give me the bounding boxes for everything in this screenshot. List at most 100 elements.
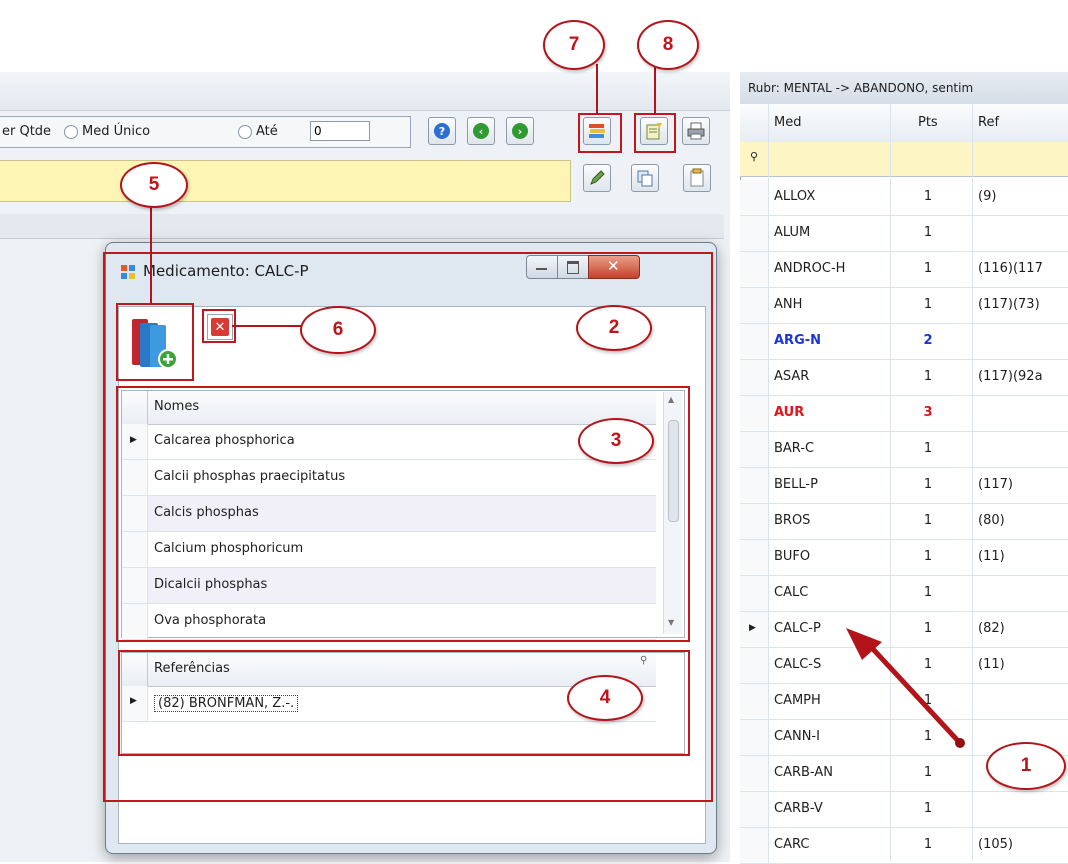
grid-title-bar: Rubr: MENTAL -> ABANDONO, sentim <box>740 72 1068 105</box>
previous-button[interactable]: ‹ <box>467 117 495 145</box>
grid-row[interactable]: CARC 1 (105) <box>740 828 1068 864</box>
copy-icon <box>637 170 653 187</box>
help-button[interactable]: ? <box>428 117 456 145</box>
row-indicator <box>740 792 769 827</box>
ate-radio[interactable] <box>238 125 252 139</box>
grid-row[interactable]: BAR-C 1 <box>740 432 1068 468</box>
grid-row[interactable]: CARB-V 1 <box>740 792 1068 828</box>
grid-row[interactable]: ALUM 1 <box>740 216 1068 252</box>
callout-1: 1 <box>986 742 1066 790</box>
ref-cell: (105) <box>978 837 1013 852</box>
prev-icon: ‹ <box>473 123 489 139</box>
row-indicator <box>740 684 769 719</box>
grid-filter-row[interactable]: ⚲ <box>740 142 1068 177</box>
row-indicator <box>740 432 769 467</box>
printer-icon <box>687 122 705 140</box>
callout-2: 2 <box>576 305 652 351</box>
grid-row[interactable]: ANH 1 (117)(73) <box>740 288 1068 324</box>
filter-bar[interactable] <box>0 160 571 202</box>
ref-cell: (11) <box>978 657 1005 672</box>
row-indicator: ▶ <box>740 612 769 647</box>
med-cell: CARB-V <box>774 801 823 816</box>
qtde-label: er Qtde <box>2 124 52 139</box>
grid-row[interactable]: CALC 1 <box>740 576 1068 612</box>
pts-cell: 1 <box>923 585 933 600</box>
tab-strip <box>0 214 724 239</box>
ref-cell: (117)(73) <box>978 297 1040 312</box>
row-indicator <box>740 576 769 611</box>
med-cell: ALUM <box>774 225 811 240</box>
pts-cell: 1 <box>923 441 933 456</box>
copy-button[interactable] <box>631 164 659 192</box>
grid-row[interactable]: ASAR 1 (117)(92a <box>740 360 1068 396</box>
med-unico-radio[interactable] <box>64 125 78 139</box>
pts-cell: 1 <box>923 513 933 528</box>
med-cell: ARG-N <box>774 333 822 348</box>
column-header-ref[interactable]: Ref <box>978 115 999 130</box>
grid-row[interactable]: ARG-N 2 <box>740 324 1068 360</box>
ref-cell: (82) <box>978 621 1005 636</box>
column-header-pts[interactable]: Pts <box>918 115 938 130</box>
grid-row[interactable]: BUFO 1 (11) <box>740 540 1068 576</box>
row-indicator <box>740 504 769 539</box>
grid-row[interactable]: BELL-P 1 (117) <box>740 468 1068 504</box>
row-indicator <box>740 252 769 287</box>
med-cell: ASAR <box>774 369 810 384</box>
grid-header: Med Pts Ref <box>740 104 1068 143</box>
row-indicator <box>740 180 769 215</box>
med-cell: BUFO <box>774 549 811 564</box>
next-icon: › <box>512 123 528 139</box>
med-cell: CARB-AN <box>774 765 833 780</box>
row-indicator <box>740 288 769 323</box>
ate-label: Até <box>256 124 278 139</box>
pts-cell: 2 <box>923 333 933 348</box>
ate-input[interactable] <box>310 121 370 141</box>
ref-cell: (80) <box>978 513 1005 528</box>
annotation-box-delete <box>202 309 236 343</box>
ref-cell: (117)(92a <box>978 369 1043 384</box>
row-pointer-icon: ▶ <box>749 623 756 633</box>
paste-button[interactable] <box>683 164 711 192</box>
pts-cell: 1 <box>923 765 933 780</box>
med-cell: CAMPH <box>774 693 821 708</box>
annotation-box-edit <box>634 113 676 153</box>
grid-row[interactable]: BROS 1 (80) <box>740 504 1068 540</box>
ref-cell: (117) <box>978 477 1013 492</box>
med-cell: CALC-P <box>774 621 821 636</box>
med-cell: ALLOX <box>774 189 816 204</box>
grid-row[interactable]: AUR 3 <box>740 396 1068 432</box>
callout-3: 3 <box>578 418 654 464</box>
edit-button[interactable] <box>583 164 611 192</box>
callout-6: 6 <box>300 306 376 354</box>
print-button[interactable] <box>682 117 710 145</box>
pts-cell: 1 <box>923 297 933 312</box>
med-cell: BROS <box>774 513 811 528</box>
pts-cell: 1 <box>923 801 933 816</box>
column-header-med[interactable]: Med <box>774 115 801 130</box>
pts-cell: 1 <box>923 477 933 492</box>
search-options-box: er Qtde Med Único Até <box>0 116 411 148</box>
grid-row[interactable]: ANDROC-H 1 (116)(117 <box>740 252 1068 288</box>
annotation-box-add <box>116 303 194 381</box>
filter-icon: ⚲ <box>750 150 759 163</box>
row-indicator <box>740 216 769 251</box>
row-indicator <box>740 468 769 503</box>
pts-cell: 1 <box>923 225 933 240</box>
row-indicator <box>740 396 769 431</box>
pts-cell: 1 <box>923 189 933 204</box>
callout-8: 8 <box>637 20 699 70</box>
row-indicator <box>740 720 769 755</box>
annotation-box-books <box>578 113 622 153</box>
row-indicator <box>740 648 769 683</box>
med-unico-label: Med Único <box>82 124 151 139</box>
next-button[interactable]: › <box>506 117 534 145</box>
callout-5: 5 <box>120 162 188 208</box>
row-indicator <box>740 360 769 395</box>
med-cell: BAR-C <box>774 441 815 456</box>
med-cell: CALC-S <box>774 657 822 672</box>
row-indicator <box>740 756 769 791</box>
grid-row[interactable]: ALLOX 1 (9) <box>740 180 1068 216</box>
rubric-title: Rubr: MENTAL -> ABANDONO, sentim <box>748 81 974 95</box>
med-cell: ANDROC-H <box>774 261 846 276</box>
pts-cell: 1 <box>923 837 933 852</box>
